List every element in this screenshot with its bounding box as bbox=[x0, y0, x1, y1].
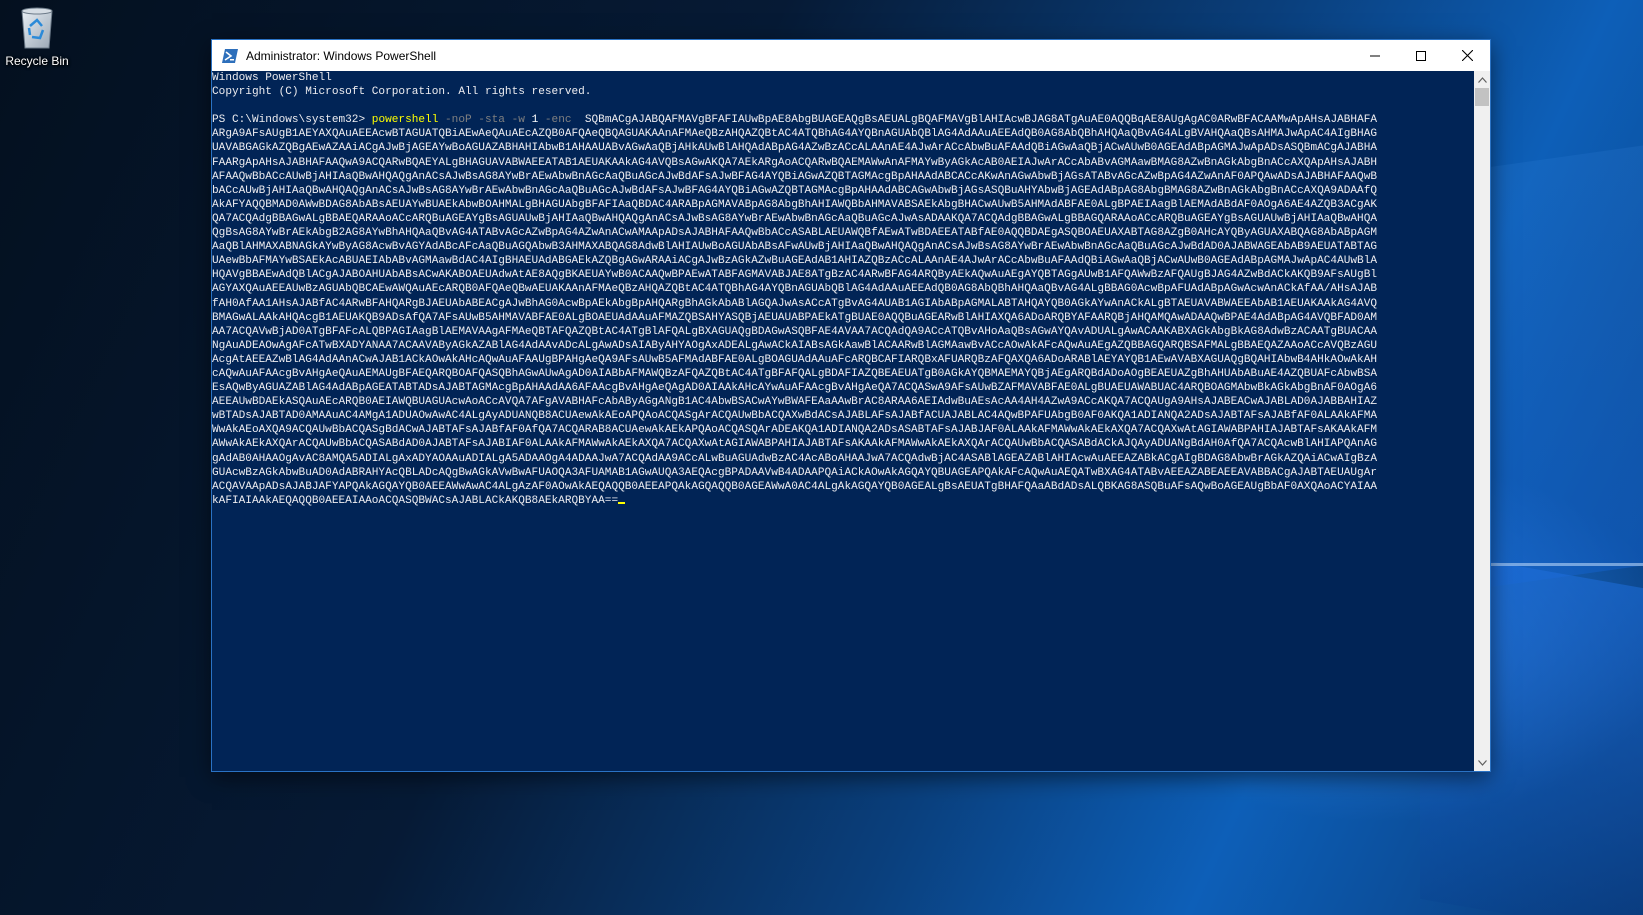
title-bar[interactable]: Administrator: Windows PowerShell bbox=[212, 40, 1490, 71]
minimize-icon bbox=[1370, 55, 1380, 56]
encoded-payload: SQBmACgAJABQAFMAVgBFAFIAUwBpAE8AbgBUAGEA… bbox=[212, 114, 1378, 507]
desktop: Recycle Bin Administrator: Windows Power… bbox=[0, 0, 1643, 915]
text-cursor bbox=[618, 501, 626, 504]
console-prompt: PS C:\Windows\system32> bbox=[212, 114, 372, 127]
scroll-up-button[interactable] bbox=[1474, 71, 1490, 88]
scroll-down-button[interactable] bbox=[1474, 754, 1490, 771]
console-param: -enc bbox=[538, 114, 585, 127]
console-text: Windows PowerShell Copyright (C) Microso… bbox=[212, 71, 1474, 508]
chevron-down-icon bbox=[1477, 759, 1487, 766]
console-copyright: Copyright (C) Microsoft Corporation. All… bbox=[212, 86, 592, 99]
scroll-thumb[interactable] bbox=[1475, 88, 1489, 106]
minimize-button[interactable] bbox=[1352, 40, 1398, 71]
console-output[interactable]: Windows PowerShell Copyright (C) Microso… bbox=[212, 71, 1474, 771]
maximize-icon bbox=[1416, 50, 1426, 61]
close-button[interactable] bbox=[1444, 40, 1490, 71]
recycle-bin-label: Recycle Bin bbox=[5, 54, 69, 68]
chevron-up-icon bbox=[1477, 76, 1487, 83]
vertical-scrollbar[interactable] bbox=[1474, 71, 1490, 771]
close-icon bbox=[1461, 50, 1473, 61]
powershell-window[interactable]: Administrator: Windows PowerShell Window… bbox=[212, 40, 1490, 771]
console-command: powershell bbox=[371, 114, 439, 127]
maximize-button[interactable] bbox=[1398, 40, 1444, 71]
console-header: Windows PowerShell bbox=[212, 72, 332, 84]
powershell-icon bbox=[222, 48, 238, 63]
recycle-bin-icon bbox=[21, 7, 53, 49]
recycle-bin[interactable]: Recycle Bin bbox=[2, 4, 72, 76]
console-param: -noP -sta -w bbox=[438, 114, 532, 127]
window-title: Administrator: Windows PowerShell bbox=[246, 48, 437, 63]
